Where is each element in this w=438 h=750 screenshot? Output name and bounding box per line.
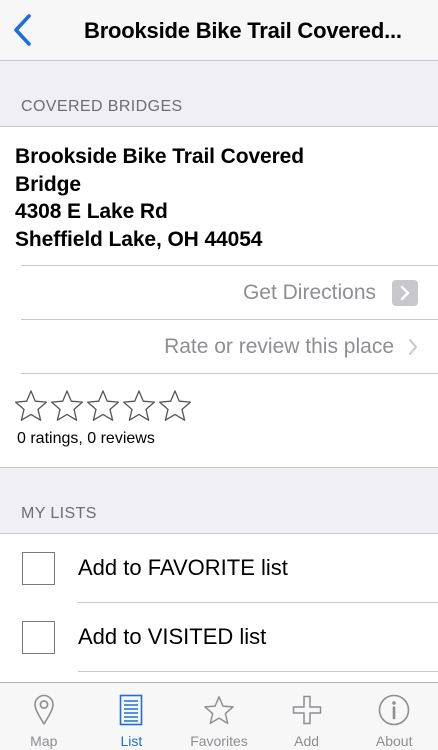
page-title: Brookside Bike Trail Covered... [84,18,402,43]
get-directions-label: Get Directions [242,281,376,304]
star-icon[interactable] [158,389,192,422]
star-icon [202,693,236,727]
list-icon [114,693,148,727]
divider [78,671,438,672]
rate-review-button[interactable]: Rate or review this place [21,320,438,374]
address-line-name-1: Brookside Bike Trail Covered [15,145,304,168]
plus-icon [290,693,324,727]
ratings-summary: 0 ratings, 0 reviews [17,430,155,447]
rate-review-label: Rate or review this place [164,335,394,358]
section-header-my-lists: MY LISTS [21,505,97,522]
tab-bar: Map List Favorites Add About [0,682,438,750]
star-icon[interactable] [14,389,48,422]
favorite-checkbox[interactable] [22,552,55,585]
navigation-bar: Brookside Bike Trail Covered... [0,0,438,61]
address-line-street: 4308 E Lake Rd [15,200,168,223]
my-lists-card: Add to FAVORITE list Add to VISITED list [0,533,438,693]
list-item-visited[interactable]: Add to VISITED list [0,603,438,671]
tab-favorites[interactable]: Favorites [175,683,263,750]
tab-add[interactable]: Add [263,683,351,750]
star-icon[interactable] [86,389,120,422]
star-icon[interactable] [50,389,84,422]
tab-list-label: List [120,733,143,749]
divider [21,373,438,374]
section-header-covered-bridges: COVERED BRIDGES [21,98,183,115]
chevron-right-icon [408,338,418,356]
info-icon [377,693,411,727]
tab-about[interactable]: About [350,683,438,750]
tab-add-label: Add [294,733,320,749]
back-button[interactable] [6,10,40,50]
map-pin-icon [27,693,61,727]
tab-map[interactable]: Map [0,683,88,750]
get-directions-button[interactable]: Get Directions [21,266,438,320]
directions-arrow-icon [392,280,418,306]
list-item-favorite[interactable]: Add to FAVORITE list [0,534,438,602]
tab-about-label: About [375,733,413,749]
star-rating[interactable] [14,389,192,422]
tab-map-label: Map [30,733,58,749]
favorite-label: Add to FAVORITE list [78,555,288,580]
address-line-city: Sheffield Lake, OH 44054 [15,227,263,251]
address-line-name-2: Bridge [15,172,81,196]
chevron-left-icon [14,14,31,46]
star-icon[interactable] [122,389,156,422]
tab-list[interactable]: List [88,683,176,750]
place-card: Brookside Bike Trail Covered Bridge 4308… [0,126,438,468]
visited-label: Add to VISITED list [78,624,267,649]
visited-checkbox[interactable] [22,621,55,654]
tab-favorites-label: Favorites [190,733,248,749]
place-address: Brookside Bike Trail Covered Bridge 4308… [15,143,415,253]
